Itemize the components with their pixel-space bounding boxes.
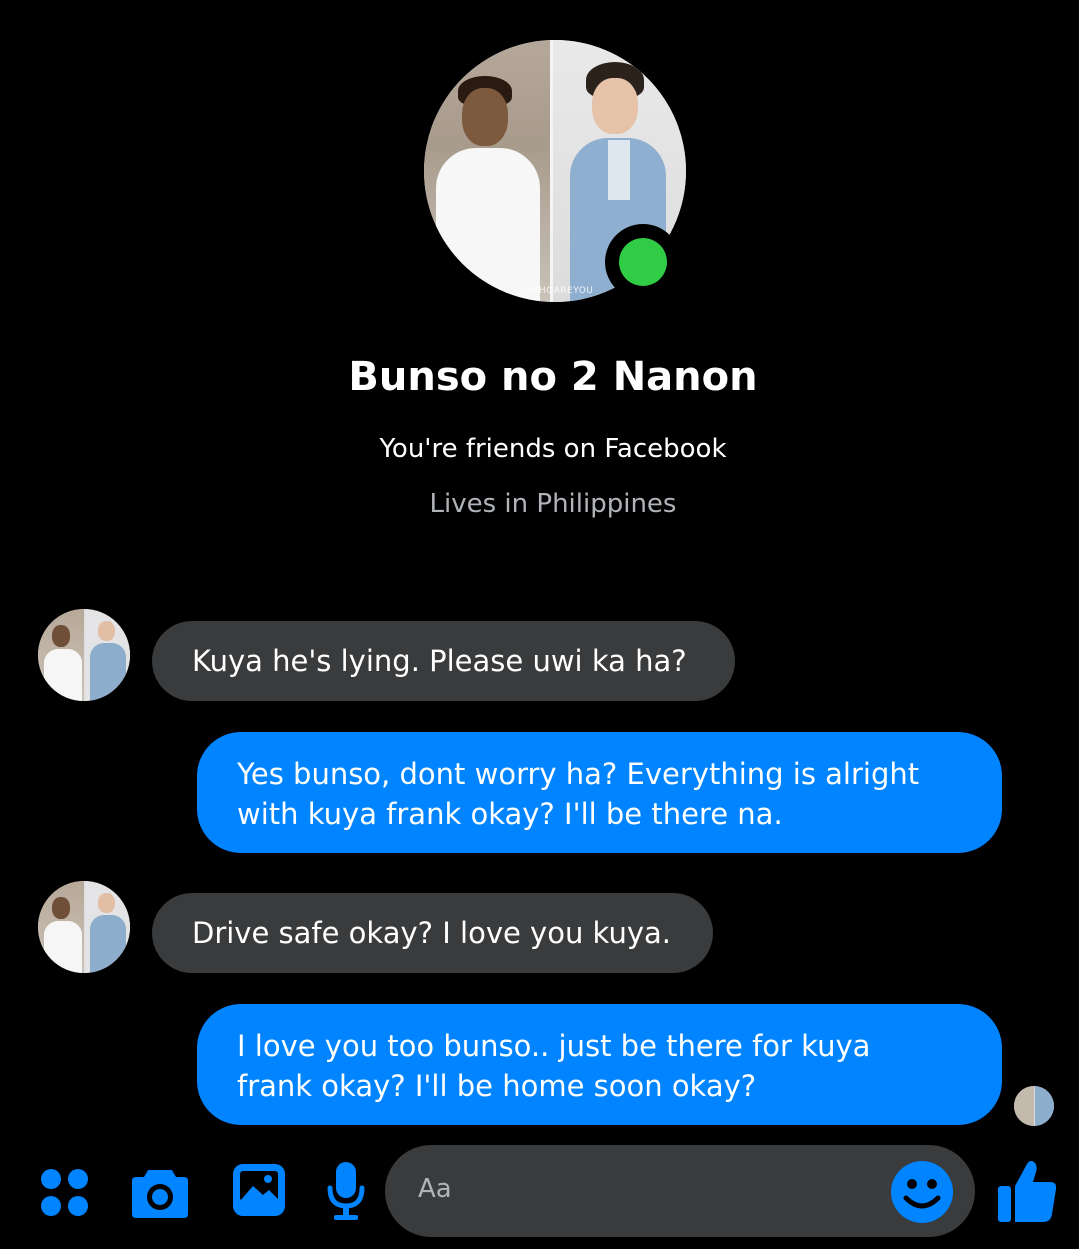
gallery-icon[interactable]	[231, 1162, 287, 1218]
message-bubble-incoming[interactable]: Kuya he's lying. Please uwi ka ha?	[152, 621, 735, 701]
message-bubble-incoming[interactable]: Drive safe okay? I love you kuya.	[152, 893, 713, 973]
message-input-placeholder: Aa	[418, 1174, 452, 1204]
message-bubble-outgoing[interactable]: Yes bunso, dont worry ha? Everything is …	[197, 732, 1002, 853]
contact-name: Bunso no 2 Nanon	[348, 354, 758, 400]
read-receipt-avatar	[1014, 1086, 1054, 1126]
message-text-line: I love you too bunso.. just be there for…	[237, 1029, 871, 1063]
message-text-line: frank okay? I'll be home soon okay?	[237, 1069, 757, 1103]
apps-icon[interactable]	[38, 1166, 92, 1220]
microphone-icon[interactable]	[326, 1160, 366, 1222]
message-text-line: Yes bunso, dont worry ha? Everything is …	[237, 757, 920, 791]
message-text-line: with kuya frank okay? I'll be there na.	[237, 797, 783, 831]
emoji-icon[interactable]	[890, 1160, 954, 1224]
like-icon[interactable]	[996, 1158, 1058, 1224]
online-status-indicator	[605, 224, 681, 300]
message-bubble-outgoing[interactable]: I love you too bunso.. just be there for…	[197, 1004, 1002, 1125]
friendship-status: You're friends on Facebook	[379, 434, 727, 464]
message-input[interactable]	[385, 1145, 975, 1237]
contact-location: Lives in Philippines	[429, 489, 677, 519]
message-text: Drive safe okay? I love you kuya.	[192, 916, 671, 950]
sender-avatar[interactable]	[38, 881, 130, 973]
sender-avatar[interactable]	[38, 609, 130, 701]
photo-watermark: @WHOAREYOU	[520, 286, 594, 296]
camera-icon[interactable]	[130, 1164, 190, 1220]
message-text: Kuya he's lying. Please uwi ka ha?	[192, 644, 687, 678]
